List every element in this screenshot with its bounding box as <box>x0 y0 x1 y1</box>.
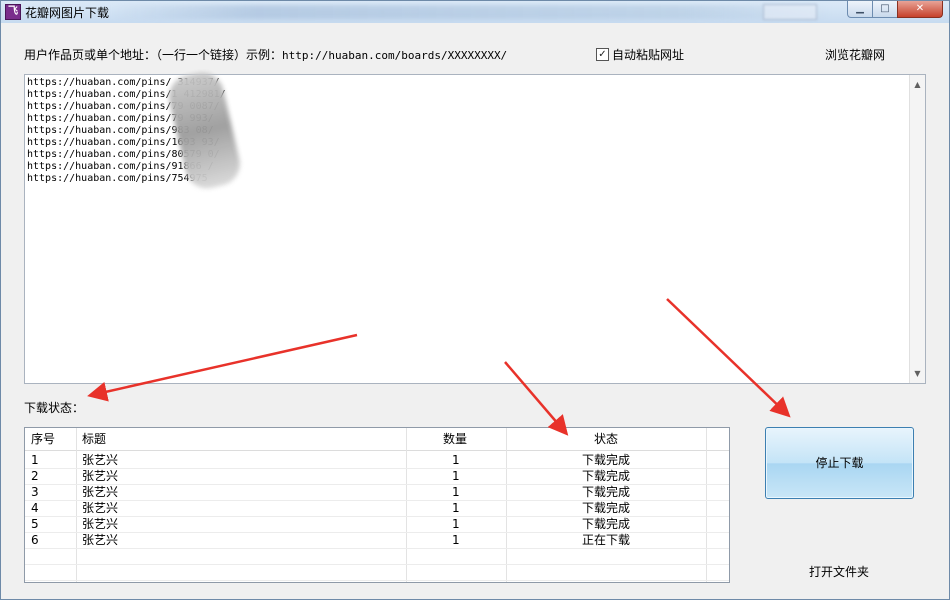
cell-index: 2 <box>31 469 39 483</box>
cell-count: 1 <box>452 517 460 531</box>
table-row[interactable]: 4 张艺兴 1 下载完成 <box>25 500 729 517</box>
download-status-label: 下载状态： <box>24 401 85 415</box>
scroll-down-icon[interactable]: ▼ <box>910 366 925 381</box>
table-row[interactable]: 6 张艺兴 1 正在下载 <box>25 532 729 549</box>
table-row <box>25 564 729 581</box>
cell-status: 下载完成 <box>582 469 631 483</box>
cell-index: 4 <box>31 501 39 515</box>
scroll-up-icon[interactable]: ▲ <box>910 77 925 92</box>
app-icon: 飞 <box>5 4 21 20</box>
table-header: 序号 标题 数量 状态 <box>25 428 729 451</box>
cell-count: 1 <box>452 453 460 467</box>
url-input-textarea[interactable]: https://huaban.com/pins/ 314937/https://… <box>24 74 926 384</box>
table-row[interactable]: 3 张艺兴 1 下载完成 <box>25 484 729 501</box>
auto-paste-checkbox[interactable]: ✓ <box>596 48 609 61</box>
cell-count: 1 <box>452 485 460 499</box>
textarea-scrollbar[interactable]: ▲ ▼ <box>909 75 925 383</box>
minimize-button[interactable]: ▁ <box>847 1 873 18</box>
main-window: 飞 花瓣网图片下载 ▁ □ ✕ 用户作品页或单个地址：（一行一个链接）示例：ht… <box>0 0 950 600</box>
column-header-count[interactable]: 数量 <box>443 428 467 450</box>
url-prompt-label: 用户作品页或单个地址：（一行一个链接）示例：http://huaban.com/… <box>24 46 507 63</box>
table-row[interactable]: 1 张艺兴 1 下载完成 <box>25 452 729 469</box>
stop-download-button[interactable]: 停止下载 <box>765 427 914 499</box>
open-folder-link[interactable]: 打开文件夹 <box>809 563 869 580</box>
cell-title: 张艺兴 <box>82 517 119 531</box>
cell-title: 张艺兴 <box>82 469 119 483</box>
close-button[interactable]: ✕ <box>897 1 943 18</box>
url-prompt-text: 用户作品页或单个地址：（一行一个链接）示例： <box>24 48 283 62</box>
cell-title: 张艺兴 <box>82 501 119 515</box>
cell-count: 1 <box>452 469 460 483</box>
blurred-title-box <box>763 4 817 20</box>
maximize-button[interactable]: □ <box>872 1 898 18</box>
cell-index: 1 <box>31 453 39 467</box>
auto-paste-option[interactable]: ✓ 自动粘贴网址 <box>596 46 684 63</box>
cell-index: 5 <box>31 517 39 531</box>
cell-status: 下载完成 <box>582 453 631 467</box>
browse-huaban-link[interactable]: 浏览花瓣网 <box>825 46 885 63</box>
cell-title: 张艺兴 <box>82 533 119 547</box>
title-bar[interactable]: 飞 花瓣网图片下载 ▁ □ ✕ <box>1 1 949 23</box>
cell-title: 张艺兴 <box>82 485 119 499</box>
cell-status: 下载完成 <box>582 485 631 499</box>
cell-status: 正在下载 <box>582 533 631 547</box>
download-status-table[interactable]: 序号 标题 数量 状态 1 张艺兴 1 下载完成 2 张艺兴 1 下载完成 3 张艺兴 1 下载完成 4… <box>24 427 730 583</box>
column-header-index[interactable]: 序号 <box>31 428 55 450</box>
blurred-title-region <box>111 5 831 19</box>
cell-status: 下载完成 <box>582 501 631 515</box>
column-header-title[interactable]: 标题 <box>82 428 106 450</box>
url-example-text: http://huaban.com/boards/XXXXXXXX/ <box>282 49 508 62</box>
cell-index: 3 <box>31 485 39 499</box>
cell-index: 6 <box>31 533 39 547</box>
table-row[interactable]: 2 张艺兴 1 下载完成 <box>25 468 729 485</box>
cell-count: 1 <box>452 533 460 547</box>
auto-paste-label: 自动粘贴网址 <box>612 48 685 62</box>
window-title: 花瓣网图片下载 <box>25 6 110 20</box>
column-header-status[interactable]: 状态 <box>594 428 618 450</box>
table-row[interactable]: 5 张艺兴 1 下载完成 <box>25 516 729 533</box>
cell-status: 下载完成 <box>582 517 631 531</box>
table-row <box>25 548 729 565</box>
cell-count: 1 <box>452 501 460 515</box>
cell-title: 张艺兴 <box>82 453 119 467</box>
